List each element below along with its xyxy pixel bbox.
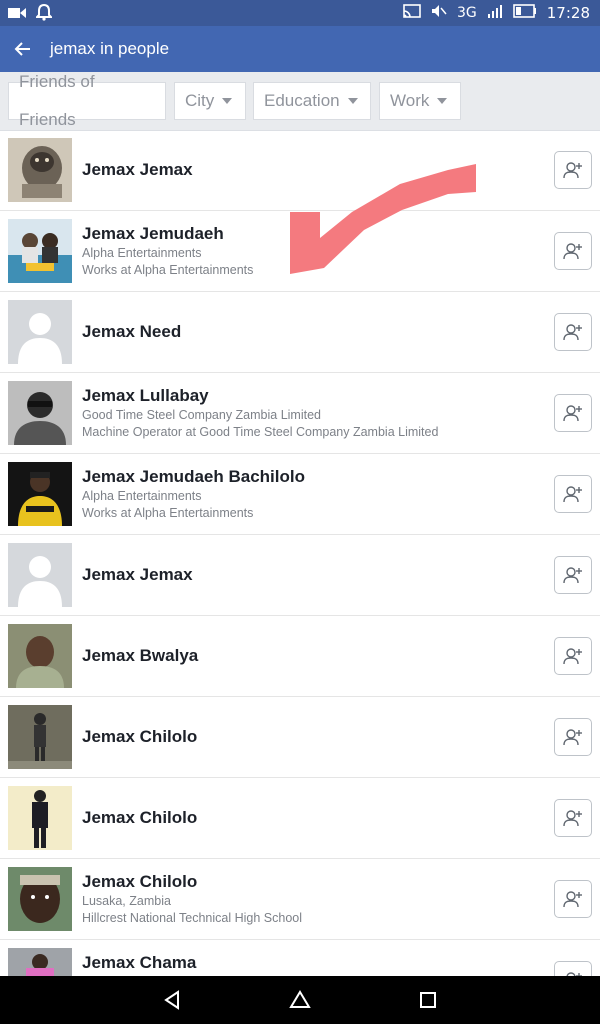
- person-name[interactable]: Jemax Jemax: [82, 564, 530, 586]
- list-item[interactable]: Jemax Bwalya: [0, 616, 600, 697]
- caret-down-icon: [347, 98, 358, 104]
- avatar[interactable]: [8, 543, 72, 607]
- add-friend-icon: [563, 891, 582, 908]
- add-friend-button[interactable]: [554, 961, 592, 977]
- add-friend-button[interactable]: [554, 880, 592, 918]
- battery-icon: [512, 4, 537, 22]
- add-friend-icon: [563, 567, 582, 584]
- signal-icon: [487, 3, 503, 23]
- person-name[interactable]: Jemax Chilolo: [82, 871, 530, 893]
- person-name[interactable]: Jemax Chilolo: [82, 807, 530, 829]
- add-friend-icon: [563, 324, 582, 341]
- add-friend-icon: [563, 810, 582, 827]
- avatar[interactable]: [8, 786, 72, 850]
- add-friend-button[interactable]: [554, 313, 592, 351]
- list-item[interactable]: Jemax Chama: [0, 940, 600, 977]
- filter-label: City: [185, 91, 215, 110]
- add-friend-button[interactable]: [554, 475, 592, 513]
- person-name[interactable]: Jemax Need: [82, 321, 530, 343]
- person-detail-1: Alpha Entertainments: [82, 489, 202, 503]
- add-friend-button[interactable]: [554, 637, 592, 675]
- list-item[interactable]: Jemax Chilolo: [0, 697, 600, 778]
- person-detail-1: Good Time Steel Company Zambia Limited: [82, 408, 321, 422]
- filter-label: Friends of Friends: [19, 72, 95, 129]
- add-friend-button[interactable]: [554, 232, 592, 270]
- add-friend-icon: [563, 162, 582, 179]
- filter-city[interactable]: City: [174, 82, 246, 120]
- back-triangle-icon[interactable]: [160, 988, 184, 1012]
- list-item[interactable]: Jemax Jemax: [0, 535, 600, 616]
- filter-label: Work: [390, 91, 430, 110]
- person-name[interactable]: Jemax Lullabay: [82, 385, 530, 407]
- avatar[interactable]: [8, 381, 72, 445]
- list-item[interactable]: Jemax Chilolo: [0, 778, 600, 859]
- caret-down-icon: [222, 98, 233, 104]
- network-type: 3G: [457, 5, 477, 21]
- person-detail-1: Lusaka, Zambia: [82, 894, 171, 908]
- add-friend-button[interactable]: [554, 556, 592, 594]
- bell-icon: [34, 3, 54, 25]
- avatar[interactable]: [8, 462, 72, 526]
- add-friend-icon: [563, 648, 582, 665]
- add-friend-icon: [563, 729, 582, 746]
- filter-label: Education: [264, 91, 340, 110]
- search-query[interactable]: jemax in people: [50, 39, 169, 59]
- avatar[interactable]: [8, 867, 72, 931]
- video-icon: [8, 6, 26, 24]
- avatar[interactable]: [8, 948, 72, 977]
- system-nav-bar: [0, 976, 600, 1024]
- person-name[interactable]: Jemax Bwalya: [82, 645, 530, 667]
- add-friend-button[interactable]: [554, 394, 592, 432]
- add-friend-icon: [563, 243, 582, 260]
- person-name[interactable]: Jemax Chilolo: [82, 726, 530, 748]
- person-detail-2: Hillcrest National Technical High School: [82, 911, 303, 925]
- checkmark-annotation-icon: [290, 164, 476, 274]
- list-item[interactable]: Jemax Jemudaeh Bachilolo Alpha Entertain…: [0, 454, 600, 535]
- caret-down-icon: [437, 98, 448, 104]
- filter-education[interactable]: Education: [253, 82, 371, 120]
- avatar[interactable]: [8, 705, 72, 769]
- avatar[interactable]: [8, 300, 72, 364]
- clock: 17:28: [546, 4, 590, 22]
- mute-icon: [431, 4, 447, 22]
- cast-icon: [403, 4, 421, 22]
- person-detail-2: Machine Operator at Good Time Steel Comp…: [82, 425, 439, 439]
- person-detail-2: Works at Alpha Entertainments: [82, 506, 254, 520]
- add-friend-icon: [563, 486, 582, 503]
- add-friend-icon: [563, 405, 582, 422]
- list-item[interactable]: Jemax Need: [0, 292, 600, 373]
- person-name[interactable]: Jemax Chama: [82, 952, 530, 974]
- arrow-left-icon[interactable]: [12, 38, 34, 60]
- add-friend-button[interactable]: [554, 799, 592, 837]
- person-name[interactable]: Jemax Jemudaeh Bachilolo: [82, 466, 530, 488]
- avatar[interactable]: [8, 138, 72, 202]
- filter-friends-of-friends[interactable]: Friends of Friends: [8, 72, 166, 129]
- filter-work[interactable]: Work: [379, 82, 461, 120]
- home-icon[interactable]: [288, 988, 312, 1012]
- add-friend-button[interactable]: [554, 718, 592, 756]
- avatar[interactable]: [8, 624, 72, 688]
- list-item[interactable]: Jemax Lullabay Good Time Steel Company Z…: [0, 373, 600, 454]
- recents-square-icon[interactable]: [416, 988, 440, 1012]
- filter-bar: Friends of Friends City Education Work: [0, 72, 600, 131]
- status-bar: 3G 17:28: [0, 0, 600, 26]
- add-friend-button[interactable]: [554, 151, 592, 189]
- list-item[interactable]: Jemax Chilolo Lusaka, Zambia Hillcrest N…: [0, 859, 600, 940]
- avatar[interactable]: [8, 219, 72, 283]
